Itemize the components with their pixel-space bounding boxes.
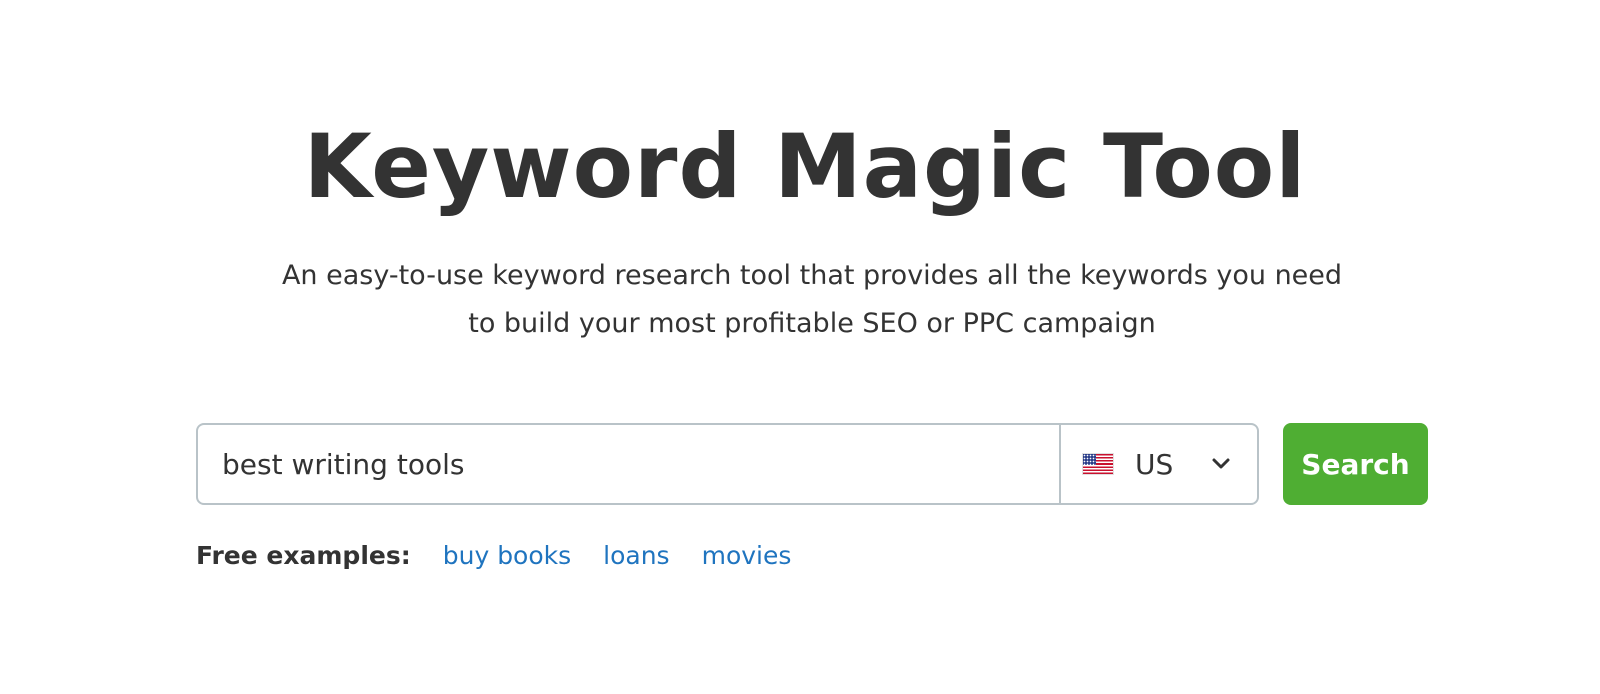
subtitle-line-1: An easy-to-use keyword research tool tha… xyxy=(281,260,1343,291)
chevron-down-icon xyxy=(1211,454,1231,474)
database-label: US xyxy=(1135,447,1174,481)
search-box: US xyxy=(196,423,1259,505)
free-examples: Free examples: buy books loans movies xyxy=(196,538,823,574)
search-button[interactable]: Search xyxy=(1283,423,1428,505)
example-link-movies[interactable]: movies xyxy=(702,538,792,574)
database-select[interactable]: US xyxy=(1059,425,1257,503)
page-subtitle: An easy-to-use keyword research tool tha… xyxy=(0,252,1600,348)
free-examples-label: Free examples: xyxy=(196,541,411,570)
example-link-buy-books[interactable]: buy books xyxy=(443,538,571,574)
search-row: US Search xyxy=(196,423,1428,505)
us-flag-icon xyxy=(1083,454,1113,474)
keyword-search-input[interactable] xyxy=(198,425,1059,503)
keyword-magic-tool-page: Keyword Magic Tool An easy-to-use keywor… xyxy=(0,0,1600,694)
subtitle-line-2: to build your most profitable SEO or PPC… xyxy=(468,308,1156,339)
page-title: Keyword Magic Tool xyxy=(303,115,1307,218)
example-link-loans[interactable]: loans xyxy=(603,538,669,574)
